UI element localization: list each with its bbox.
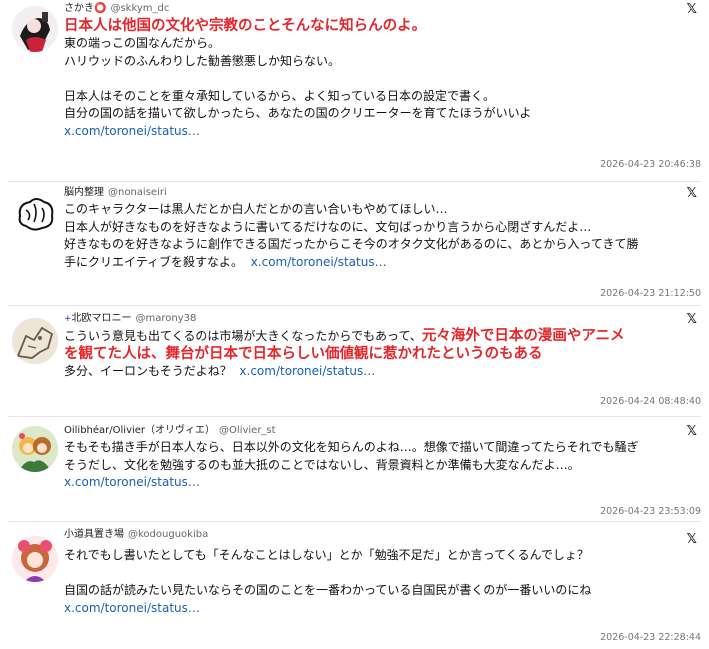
tweet-text-line: 日本人が好きなものを好きなように書いてるだけなのに、文句ばっかり言うから心閉ざす… — [64, 219, 592, 234]
tweet-text-line: こういう意見も出てくるのは市場が大きくなったからでもあって、元々海外で日本の漫画… — [64, 327, 679, 345]
tweet-content: 脳内整理 @nonaiseiri このキャラクターは黒人だとか白人だとかの言い合い… — [64, 184, 679, 271]
tweet-text-line: ハリウッドのふんわりした勧善懲悪しか知らない。 — [64, 53, 341, 68]
tweet-text-line: 手にクリエイティブを殺すなよ。 x.com/toronei/status… — [64, 254, 679, 272]
timeline-feed: さかき⭕ @skkym_dc 日本人は他国の文化や宗教のことそんなに知らんのよ。 … — [0, 0, 709, 649]
tweet-content: さかき⭕ @skkym_dc 日本人は他国の文化や宗教のことそんなに知らんのよ。 … — [64, 0, 679, 140]
tweet-text-span: 手にクリエイティブを殺すなよ。 — [64, 254, 244, 269]
tweet-text-line: このキャラクターは黒人だとか白人だとかの言い合いもやめてほしい… — [64, 202, 448, 216]
tweet-text-line: そもそも描き手が日本人なら、日本以外の文化を知らんのよね…。想像で描いて間違って… — [64, 440, 639, 454]
avatar[interactable] — [12, 318, 58, 364]
divider — [8, 181, 701, 182]
divider — [8, 521, 701, 522]
tweet-card[interactable]: さかき⭕ @skkym_dc 日本人は他国の文化や宗教のことそんなに知らんのよ。 … — [0, 0, 709, 180]
tweet-link[interactable]: x.com/toronei/status… — [64, 123, 679, 141]
x-logo-icon[interactable]: 𝕏 — [687, 312, 697, 327]
tweet-text-line: 東の端っこの国なんだから。 — [64, 36, 221, 50]
author-handle[interactable]: @marony38 — [136, 313, 197, 324]
tweet-highlight-text: 元々海外で日本の漫画やアニメ — [421, 328, 625, 344]
tweet-text-line: 日本人はそのことを重々承知しているから、よく知っている日本の設定で書く。 — [64, 88, 496, 103]
tweet-link[interactable]: x.com/toronei/status… — [251, 255, 387, 269]
tweet-highlight-text: を観てた人は、舞台が日本で日本らしい価値観に惹かれたというのもある — [64, 346, 543, 362]
tweet-text-line: 自分の国の話を描いて欲しかったら、あなたの国のクリエーターを育てたほうがいいよ — [64, 106, 532, 120]
tweet-text-line: 好きなものを好きなように創作できる国だったからこそ今のオタク文化があるのに、あと… — [64, 237, 639, 251]
author-handle[interactable]: @nonaiseiri — [108, 187, 167, 198]
tweet-text-span: 多分、イーロンもそうだよね？ — [64, 364, 232, 378]
tweet-link[interactable]: x.com/toronei/status… — [64, 474, 679, 492]
tweet-text-line: それでもし書いたとしても「そんなことはしない」とか「勉強不足だ」とか言ってくるん… — [64, 548, 589, 562]
tweet-text-gap — [64, 70, 679, 88]
tweet-header: さかき⭕ @skkym_dc — [64, 0, 679, 17]
author-handle[interactable]: @Olivier_st — [219, 425, 276, 436]
tweet-content: Oilibhéar/Olivier（オリヴィエ） @Olivier_st そもそも… — [64, 422, 679, 492]
x-logo-icon[interactable]: 𝕏 — [687, 532, 697, 547]
avatar[interactable] — [12, 6, 58, 52]
avatar[interactable] — [12, 192, 58, 238]
tweet-header: +北欧マロニー @marony38 — [64, 310, 679, 327]
avatar[interactable] — [12, 536, 58, 582]
tweet-card[interactable]: 脳内整理 @nonaiseiri このキャラクターは黒人だとか白人だとかの言い合い… — [0, 184, 709, 302]
avatar[interactable] — [12, 426, 58, 472]
tweet-text-line: 自国の話が読みたい見たいならその国のことを一番わかっている自国民が書くのが一番い… — [64, 583, 592, 597]
finland-flag-icon: + — [64, 314, 72, 324]
divider — [8, 416, 701, 417]
tweet-text-gap — [64, 565, 679, 583]
timestamp: 2026-04-23 22:28:44 — [600, 632, 701, 643]
tweet-text-line: 多分、イーロンもそうだよね？ x.com/toronei/status… — [64, 363, 679, 381]
author-handle[interactable]: @skkym_dc — [110, 3, 169, 14]
tweet-card[interactable]: 小道具置き場 @kodouguokiba それでもし書いたとしても「そんなことはし… — [0, 526, 709, 649]
author-handle[interactable]: @kodouguokiba — [128, 529, 208, 540]
tweet-text-line: そうだし、文化を勉強するのも並大抵のことではないし、背景資料とか準備も大変なんだ… — [64, 457, 580, 472]
x-logo-icon[interactable]: 𝕏 — [687, 2, 697, 17]
tweet-link[interactable]: x.com/toronei/status… — [64, 600, 679, 618]
tweet-text-span: こういう意見も出てくるのは市場が大きくなったからでもあって、 — [64, 329, 422, 343]
tweet-card[interactable]: Oilibhéar/Olivier（オリヴィエ） @Olivier_st そもそも… — [0, 422, 709, 517]
tweet-header: 小道具置き場 @kodouguokiba — [64, 526, 679, 543]
tweet-content: 小道具置き場 @kodouguokiba それでもし書いたとしても「そんなことはし… — [64, 526, 679, 617]
author-name[interactable]: 北欧マロニー — [72, 313, 132, 324]
timestamp: 2026-04-23 20:46:38 — [600, 159, 701, 170]
tweet-card[interactable]: +北欧マロニー @marony38 こういう意見も出てくるのは市場が大きくなったか… — [0, 310, 709, 415]
x-logo-icon[interactable]: 𝕏 — [687, 186, 697, 201]
tweet-link[interactable]: x.com/toronei/status… — [239, 364, 375, 378]
author-name[interactable]: さかき⭕ — [64, 3, 106, 14]
timestamp: 2026-04-23 23:53:09 — [600, 506, 701, 517]
divider — [8, 305, 701, 306]
tweet-header: 脳内整理 @nonaiseiri — [64, 184, 679, 201]
tweet-text-line: 日本人は他国の文化や宗教のことそんなに知らんのよ。 — [64, 18, 427, 34]
author-name[interactable]: 小道具置き場 — [64, 529, 124, 540]
timestamp: 2026-04-23 21:12:50 — [600, 288, 701, 299]
author-name[interactable]: Oilibhéar/Olivier（オリヴィエ） — [64, 425, 215, 436]
tweet-content: +北欧マロニー @marony38 こういう意見も出てくるのは市場が大きくなったか… — [64, 310, 679, 381]
author-name[interactable]: 脳内整理 — [64, 187, 104, 198]
timestamp: 2026-04-24 08:48:40 — [600, 396, 701, 407]
tweet-header: Oilibhéar/Olivier（オリヴィエ） @Olivier_st — [64, 422, 679, 439]
x-logo-icon[interactable]: 𝕏 — [687, 424, 697, 439]
